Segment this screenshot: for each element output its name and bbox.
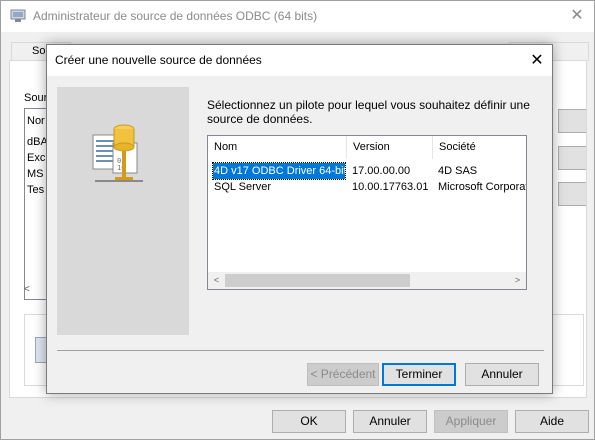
- driver-version: 17.00.00.00: [352, 165, 411, 177]
- dialog-title-bar: Créer une nouvelle source de données ✕: [47, 45, 552, 76]
- instruction-text: Sélectionnez un pilote pour lequel vous …: [207, 98, 530, 126]
- list-item[interactable]: MS: [27, 168, 44, 180]
- wizard-banner: 01 10: [57, 87, 189, 335]
- list-header: Nom Version Société: [208, 136, 526, 159]
- scroll-right-arrow[interactable]: >: [509, 272, 526, 289]
- list-item[interactable]: Exc: [27, 152, 45, 164]
- dialog-title: Créer une nouvelle source de données: [55, 53, 262, 67]
- driver-name: 4D v17 ODBC Driver 64-bit: [212, 162, 346, 180]
- list-header[interactable]: Nor: [27, 115, 45, 127]
- help-button[interactable]: Aide: [515, 410, 589, 433]
- driver-list[interactable]: Nom Version Société 4D v17 ODBC Driver 6…: [207, 135, 527, 290]
- horizontal-scrollbar[interactable]: < >: [208, 272, 526, 289]
- window-title: Administrateur de source de données ODBC…: [33, 9, 318, 23]
- apply-button: Appliquer: [434, 410, 508, 433]
- driver-name: SQL Server: [214, 181, 272, 193]
- list-item[interactable]: dBA: [27, 136, 48, 148]
- scrollbar-thumb[interactable]: [225, 274, 410, 287]
- scroll-left-arrow[interactable]: <: [208, 272, 225, 289]
- database-wizard-icon: 01 10: [92, 124, 143, 182]
- remove-button[interactable]: [558, 146, 586, 170]
- configure-button[interactable]: [558, 182, 586, 206]
- table-row[interactable]: 4D v17 ODBC Driver 64-bit 17.00.00.00 4D…: [208, 162, 526, 180]
- driver-company: 4D SAS: [438, 165, 478, 177]
- column-header-version[interactable]: Version: [347, 136, 433, 159]
- title-bar: Administrateur de source de données ODBC…: [1, 1, 594, 32]
- list-item[interactable]: Tes: [27, 184, 44, 196]
- finish-button[interactable]: Terminer: [382, 363, 456, 386]
- table-row[interactable]: SQL Server 10.00.17763.01 Microsoft Corp…: [208, 179, 526, 195]
- create-data-source-dialog: Créer une nouvelle source de données ✕ 0…: [46, 44, 553, 394]
- sources-label: Sour: [24, 92, 48, 104]
- close-icon[interactable]: ✕: [562, 4, 592, 28]
- dialog-cancel-button[interactable]: Annuler: [465, 363, 539, 386]
- column-header-name[interactable]: Nom: [208, 136, 347, 159]
- column-header-company[interactable]: Société: [433, 136, 526, 159]
- cancel-button[interactable]: Annuler: [353, 410, 427, 433]
- add-button[interactable]: [558, 109, 586, 133]
- driver-version: 10.00.17763.01: [352, 181, 429, 193]
- ok-button[interactable]: OK: [272, 410, 346, 433]
- separator: [57, 350, 544, 351]
- close-icon[interactable]: ✕: [522, 48, 552, 73]
- odbc-admin-icon: [10, 9, 26, 22]
- back-button: < Précédent: [307, 363, 379, 386]
- driver-company: Microsoft Corporati: [438, 181, 526, 193]
- scroll-left-arrow[interactable]: <: [24, 284, 30, 295]
